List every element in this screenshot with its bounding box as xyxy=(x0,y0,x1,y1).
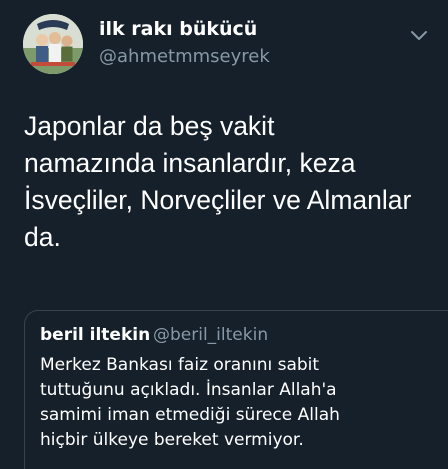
quoted-text-line: tuttuğunu açıkladı. İnsanlar Allah'a xyxy=(40,380,337,400)
quoted-tweet-text: Merkez Bankası faiz oranını sabit tuttuğ… xyxy=(40,353,440,453)
quoted-text-line: samimi iman etmediği sürece Allah xyxy=(40,405,340,425)
author-handle[interactable]: @ahmetmmseyrek xyxy=(99,46,270,67)
quoted-text-line: Merkez Bankası faiz oranını sabit xyxy=(40,355,320,375)
tweet-text-line: namazında insanlardır, keza xyxy=(24,148,356,178)
quoted-text-line: hiçbir ülkeye bereket vermiyor. xyxy=(40,430,304,450)
author-display-name[interactable]: ilk rakı bükücü xyxy=(99,18,257,40)
chevron-down-icon[interactable] xyxy=(410,30,428,42)
quoted-author-name: beril iltekin xyxy=(40,325,151,345)
quoted-author-handle: @beril_iltekin xyxy=(153,325,269,345)
tweet-text-line: Japonlar da beş vakit xyxy=(24,111,275,141)
avatar[interactable] xyxy=(23,14,83,74)
tweet-text-line: da. xyxy=(24,222,61,252)
profile-photo xyxy=(23,14,83,74)
tweet-text-line: İsveçliler, Norveçliler ve Almanlar xyxy=(24,185,412,215)
tweet-text: Japonlar da beş vakit namazında insanlar… xyxy=(24,108,424,256)
quoted-tweet-card[interactable]: beril iltekin @beril_iltekin Merkez Bank… xyxy=(24,310,448,469)
